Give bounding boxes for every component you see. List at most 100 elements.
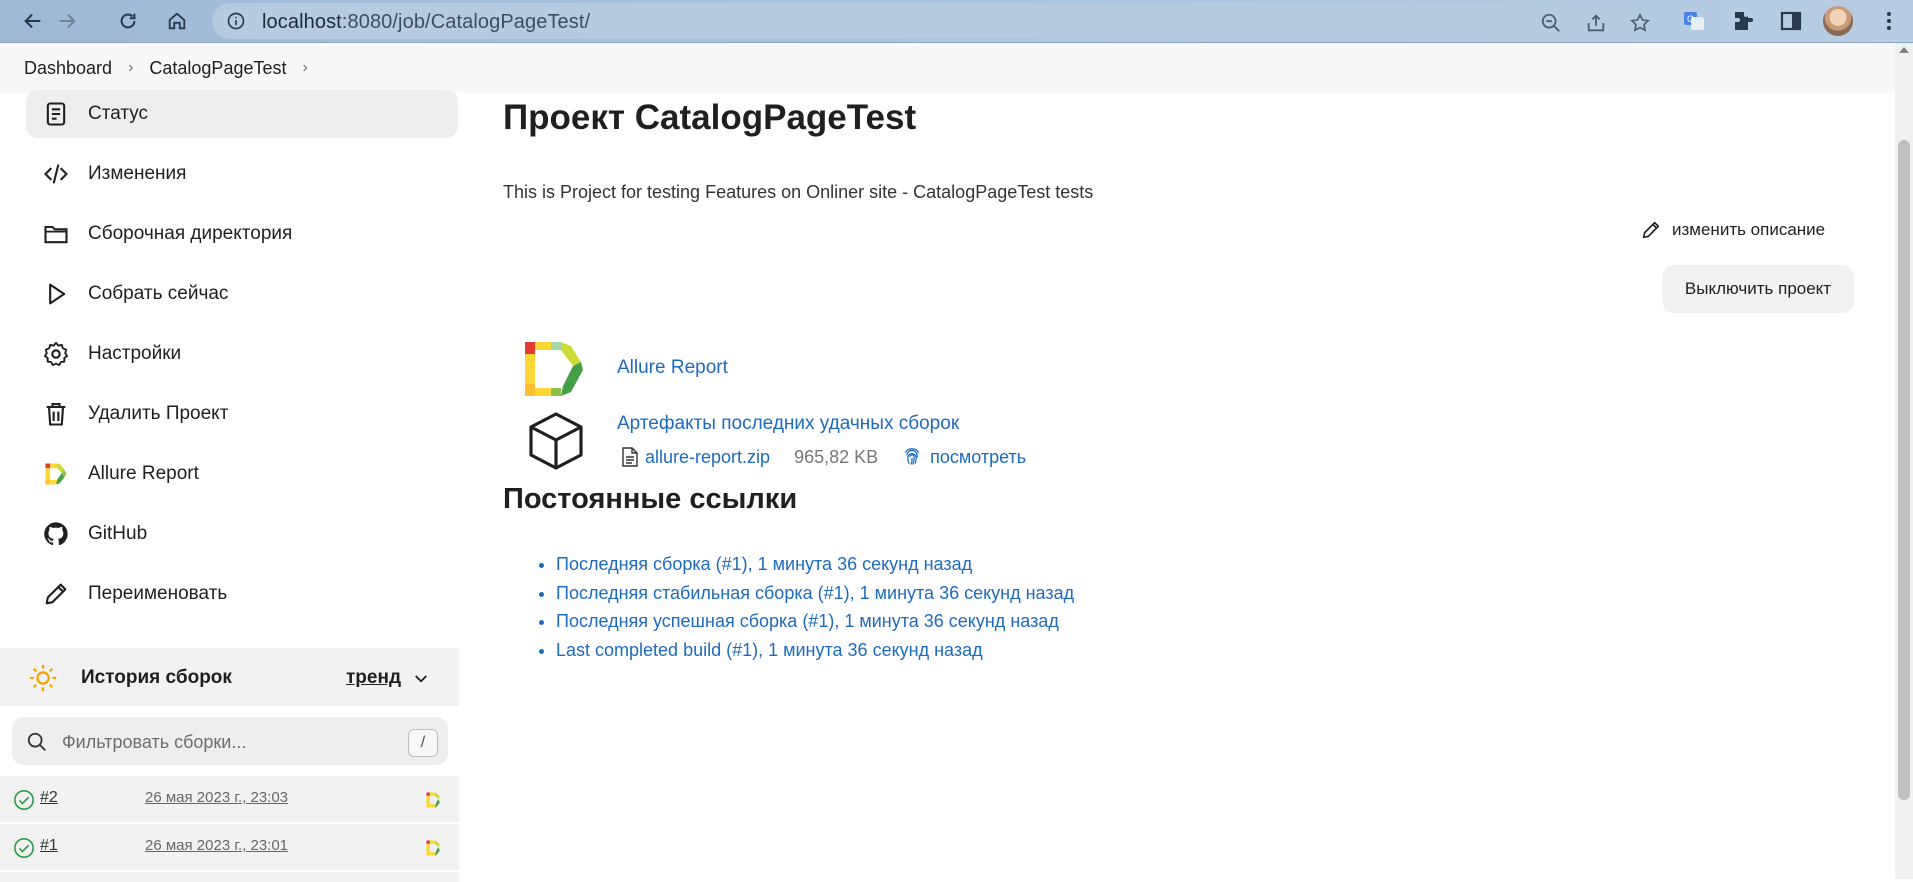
artifact-file-link[interactable]: allure-report.zip	[645, 447, 770, 468]
sidebar-item-allure-report[interactable]: Allure Report	[26, 450, 458, 498]
arrow-right-icon	[59, 13, 76, 29]
allure-report-icon[interactable]	[424, 790, 444, 810]
gear-icon	[42, 340, 70, 368]
sidebar-item-label: Сборочная директория	[88, 223, 293, 244]
permalinks-list: Последняя сборка (#1), 1 минута 36 секун…	[503, 550, 1074, 664]
build-number-link[interactable]: #2	[40, 789, 58, 807]
disable-project-button[interactable]: Выключить проект	[1662, 265, 1854, 313]
build-row[interactable]: #2 26 мая 2023 г., 23:03	[0, 776, 459, 822]
permalink-last-successful-build[interactable]: Последняя успешная сборка (#1), 1 минута…	[556, 607, 1074, 636]
url-path: :8080/job/CatalogPageTest/	[341, 11, 591, 33]
breadcrumb: Dashboard › CatalogPageTest ›	[0, 43, 1895, 93]
allure-icon	[42, 460, 70, 488]
permalink-last-stable-build[interactable]: Последняя стабильная сборка (#1), 1 мину…	[556, 579, 1074, 608]
edit-description-label: изменить описание	[1672, 220, 1826, 239]
svg-text:G: G	[1687, 14, 1694, 24]
url-text: localhost:8080/job/CatalogPageTest/	[262, 11, 590, 34]
project-description: This is Project for testing Features on …	[503, 182, 1094, 202]
breadcrumb-chevron-icon[interactable]: ›	[302, 59, 307, 77]
sidebar-item-rename[interactable]: Переименовать	[26, 570, 458, 618]
sidebar-item-label: Allure Report	[88, 463, 199, 484]
chevron-down-icon[interactable]	[412, 670, 430, 688]
github-icon	[42, 520, 70, 548]
folder-icon	[42, 220, 70, 248]
url-host: localhost	[262, 11, 342, 33]
build-history-header: История сборок тренд	[0, 648, 459, 706]
reload-icon	[120, 13, 136, 29]
side-panel-icon[interactable]	[1779, 9, 1803, 33]
build-row[interactable]: #1 26 мая 2023 г., 23:01	[0, 824, 459, 870]
profile-avatar[interactable]	[1823, 6, 1853, 36]
weather-sunny-icon	[29, 664, 57, 692]
home-button[interactable]	[162, 6, 192, 36]
share-icon[interactable]	[1585, 12, 1607, 34]
main-content: Проект CatalogPageTest This is Project f…	[503, 93, 1893, 879]
forward-button[interactable]	[52, 6, 82, 36]
file-icon	[622, 447, 638, 467]
sidebar-item-label: Удалить Проект	[88, 403, 229, 424]
build-number-link[interactable]: #1	[40, 837, 58, 855]
build-row	[0, 872, 459, 882]
browser-toolbar: localhost:8080/job/CatalogPageTest/ G	[0, 0, 1913, 43]
success-check-icon	[14, 838, 34, 858]
breadcrumb-chevron-icon[interactable]: ›	[128, 59, 133, 77]
code-icon	[42, 160, 70, 188]
reload-button[interactable]	[113, 6, 143, 36]
play-icon	[42, 280, 70, 308]
zoom-icon[interactable]	[1540, 12, 1562, 34]
page-scrollbar[interactable]	[1895, 43, 1913, 879]
keyboard-shortcut-hint: /	[408, 729, 438, 757]
allure-report-link[interactable]: Allure Report	[617, 357, 728, 379]
breadcrumb-project[interactable]: CatalogPageTest	[149, 58, 286, 79]
sidebar-item-label: Переименовать	[88, 583, 228, 604]
back-button[interactable]	[18, 6, 48, 36]
sidebar-item-status[interactable]: Статус	[26, 90, 458, 138]
artifact-row: allure-report.zip 965,82 KB посмотреть	[621, 444, 1026, 470]
address-bar[interactable]: localhost:8080/job/CatalogPageTest/	[212, 3, 1650, 39]
sidebar-item-label: Изменения	[88, 163, 187, 184]
fingerprint-icon[interactable]	[902, 446, 922, 468]
last-successful-artifacts-link[interactable]: Артефакты последних удачных сборок	[617, 413, 959, 435]
allure-report-icon[interactable]	[424, 838, 444, 858]
menu-kebab-icon[interactable]	[1877, 9, 1901, 33]
translate-extension-icon[interactable]: G	[1682, 9, 1706, 33]
trash-icon	[42, 400, 70, 428]
status-document-icon	[42, 100, 70, 128]
permalink-last-completed-build[interactable]: Last completed build (#1), 1 минута 36 с…	[556, 636, 1074, 665]
sidebar-item-configure[interactable]: Настройки	[26, 330, 458, 378]
sidebar-item-label: GitHub	[88, 523, 148, 544]
search-icon	[27, 732, 46, 751]
arrow-left-icon	[24, 13, 41, 29]
artifact-file-size: 965,82 KB	[794, 446, 879, 467]
sidebar-item-github[interactable]: GitHub	[26, 510, 458, 558]
allure-logo-icon[interactable]	[525, 342, 585, 396]
sidebar-item-build-now[interactable]: Собрать сейчас	[26, 270, 458, 318]
trend-link[interactable]: тренд	[346, 667, 401, 689]
view-fingerprint-link[interactable]: посмотреть	[930, 447, 1026, 468]
pencil-icon	[1642, 221, 1660, 239]
star-icon[interactable]	[1629, 12, 1651, 34]
sidebar-item-label: Статус	[88, 103, 149, 124]
sidebar-item-delete-project[interactable]: Удалить Проект	[26, 390, 458, 438]
success-check-icon	[14, 790, 34, 810]
build-history-title: История сборок	[81, 667, 232, 688]
info-icon[interactable]	[226, 11, 246, 31]
puzzle-extensions-icon[interactable]	[1731, 9, 1755, 33]
breadcrumb-dashboard[interactable]: Dashboard	[24, 58, 112, 79]
sidebar-item-workspace[interactable]: Сборочная директория	[26, 210, 458, 258]
sidebar-item-changes[interactable]: Изменения	[26, 150, 458, 198]
page-title: Проект CatalogPageTest	[503, 98, 917, 137]
scrollbar-thumb[interactable]	[1898, 140, 1910, 800]
home-icon	[168, 12, 186, 30]
permalink-last-build[interactable]: Последняя сборка (#1), 1 минута 36 секун…	[556, 550, 1074, 579]
scroll-up-arrow-icon[interactable]	[1899, 47, 1909, 53]
package-box-icon	[529, 412, 583, 470]
permalinks-title: Постоянные ссылки	[503, 483, 798, 515]
sidebar-item-label: Настройки	[88, 343, 182, 364]
filter-builds-input[interactable]	[60, 727, 384, 757]
pencil-icon	[42, 580, 70, 608]
edit-description-link[interactable]: изменить описание	[1640, 219, 1825, 241]
build-date-link[interactable]: 26 мая 2023 г., 23:03	[145, 789, 288, 806]
build-date-link[interactable]: 26 мая 2023 г., 23:01	[145, 837, 288, 854]
sidebar: Статус Изменения Сборочная директория Со…	[0, 90, 460, 882]
